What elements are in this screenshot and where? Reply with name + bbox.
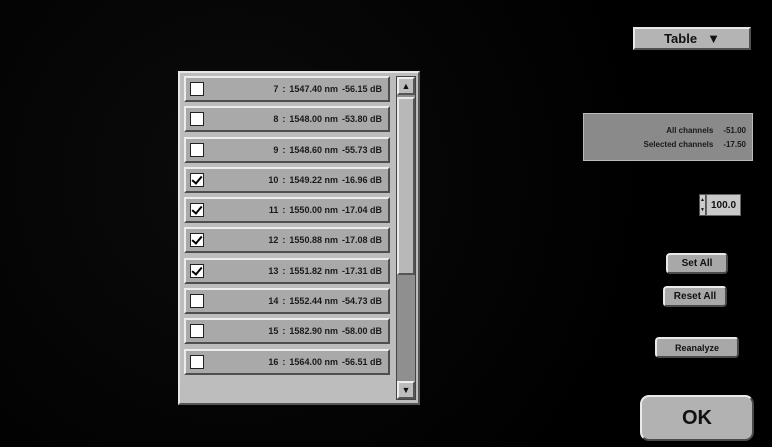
channel-checkbox[interactable]	[190, 324, 204, 339]
channel-wavelength: 1548.00 nm	[289, 114, 338, 125]
channel-checkbox[interactable]	[190, 233, 204, 248]
all-channels-line: All channels -51.00	[590, 124, 746, 138]
channel-row[interactable]: 11:1550.00 nm -17.04 dB	[184, 197, 390, 224]
channel-separator: :	[282, 205, 286, 216]
channel-row[interactable]: 8:1548.00 nm -53.80 dB	[184, 106, 390, 133]
channel-number: 10	[268, 174, 279, 185]
channel-number: 8	[273, 114, 279, 125]
channel-separator: :	[282, 265, 286, 276]
view-selector-dropdown[interactable]: Table ▼	[633, 27, 751, 50]
channel-row[interactable]: 14:1552.44 nm -54.73 dB	[184, 288, 390, 315]
channel-wavelength: 1549.22 nm	[289, 174, 338, 185]
channel-row[interactable]: 12:1550.88 nm -17.08 dB	[184, 227, 390, 254]
channel-power: -17.08 dB	[341, 235, 382, 246]
channel-text: 8:1548.00 nm -53.80 dB	[204, 114, 388, 124]
channel-text: 10:1549.22 nm -16.96 dB	[204, 175, 388, 185]
scroll-down-icon: ▼	[401, 385, 411, 395]
chevron-down-icon: ▼	[707, 31, 720, 46]
channel-list-scrollbar[interactable]: ▲ ▼	[396, 76, 416, 400]
channel-wavelength: 1582.90 nm	[289, 326, 338, 337]
channel-power: -55.73 dB	[341, 144, 382, 155]
channel-separator: :	[282, 174, 286, 185]
screen: 7:1547.40 nm -56.15 dB 8:1548.00 nm -53.80 …	[0, 0, 772, 447]
channel-wavelength: 1547.40 nm	[289, 84, 338, 94]
channel-separator: :	[282, 296, 286, 307]
channel-wavelength: 1564.00 nm	[289, 356, 338, 367]
channel-number: 15	[268, 326, 279, 337]
channel-checkbox[interactable]	[190, 203, 204, 218]
channel-text: 9:1548.60 nm -55.73 dB	[204, 145, 388, 155]
channel-wavelength: 1551.82 nm	[289, 265, 338, 276]
scroll-thumb[interactable]	[397, 97, 415, 275]
channel-number: 11	[268, 205, 279, 216]
all-channels-value: -51.00	[723, 126, 746, 135]
channel-checkbox[interactable]	[190, 82, 204, 96]
channel-text: 15:1582.90 nm -58.00 dB	[204, 326, 388, 336]
scroll-up-button[interactable]: ▲	[397, 77, 415, 95]
channel-text: 7:1547.40 nm -56.15 dB	[204, 84, 388, 94]
channel-power: -58.00 dB	[341, 326, 382, 337]
spin-arrows: ▲ ▼	[699, 194, 706, 216]
channel-number: 12	[268, 235, 279, 246]
selected-channels-line: Selected channels -17.50	[590, 138, 747, 152]
channel-row[interactable]: 9:1548.60 nm -55.73 dB	[184, 136, 390, 163]
channel-number: 16	[268, 356, 279, 367]
scroll-up-icon: ▲	[401, 81, 411, 91]
value-spinbox[interactable]: ▲ ▼ 100.0	[699, 194, 741, 216]
channel-row[interactable]: 7:1547.40 nm -56.15 dB	[184, 76, 390, 102]
channel-separator: :	[282, 326, 286, 337]
channel-separator: :	[282, 84, 286, 94]
channel-row[interactable]: 13:1551.82 nm -17.31 dB	[184, 257, 390, 284]
reanalyze-button[interactable]: Reanalyze	[655, 337, 739, 358]
channel-checkbox[interactable]	[190, 263, 204, 278]
channel-text: 11:1550.00 nm -17.04 dB	[204, 205, 388, 215]
channel-row[interactable]: 16:1564.00 nm -56.51 dB	[184, 348, 390, 375]
channel-power: -16.96 dB	[341, 174, 382, 185]
channel-wavelength: 1550.88 nm	[289, 235, 338, 246]
view-selector-label: Table	[664, 31, 698, 46]
channel-number: 9	[273, 144, 279, 155]
channel-checkbox[interactable]	[190, 354, 204, 369]
channel-power: -54.73 dB	[341, 296, 382, 307]
channel-list: 7:1547.40 nm -56.15 dB 8:1548.00 nm -53.80 …	[184, 76, 390, 379]
spin-up-icon[interactable]: ▲	[700, 195, 705, 205]
channel-row[interactable]: 15:1582.90 nm -58.00 dB	[184, 318, 390, 345]
channel-text: 14:1552.44 nm -54.73 dB	[204, 296, 388, 306]
reset-all-button[interactable]: Reset All	[663, 286, 727, 307]
channel-text: 13:1551.82 nm -17.31 dB	[204, 266, 388, 276]
channel-number: 13	[268, 265, 279, 276]
selected-channels-label: Selected channels	[643, 140, 714, 149]
channel-separator: :	[282, 235, 286, 246]
channel-row[interactable]: 10:1549.22 nm -16.96 dB	[184, 166, 390, 193]
channel-power: -56.51 dB	[341, 356, 382, 367]
channel-power: -17.31 dB	[341, 265, 382, 276]
channel-checkbox[interactable]	[190, 142, 204, 157]
channel-text: 12:1550.88 nm -17.08 dB	[204, 235, 388, 245]
channel-wavelength: 1550.00 nm	[289, 205, 338, 216]
ok-button[interactable]: OK	[640, 395, 754, 441]
channel-checkbox[interactable]	[190, 172, 204, 187]
channel-checkbox[interactable]	[190, 294, 204, 309]
scroll-down-button[interactable]: ▼	[397, 381, 415, 399]
channel-checkbox[interactable]	[190, 112, 204, 127]
power-summary-box: All channels -51.00 Selected channels -1…	[583, 113, 753, 161]
set-all-button[interactable]: Set All	[666, 253, 728, 274]
channel-number: 7	[273, 84, 279, 94]
channel-text: 16:1564.00 nm -56.51 dB	[204, 357, 388, 367]
channel-list-panel: 7:1547.40 nm -56.15 dB 8:1548.00 nm -53.80 …	[178, 71, 420, 405]
channel-separator: :	[282, 114, 286, 125]
spin-value-field[interactable]: 100.0	[706, 194, 741, 216]
all-channels-label: All channels	[666, 126, 714, 135]
channel-separator: :	[282, 144, 286, 155]
selected-channels-value: -17.50	[723, 140, 746, 149]
channel-wavelength: 1548.60 nm	[289, 144, 338, 155]
channel-power: -17.04 dB	[341, 205, 382, 216]
channel-wavelength: 1552.44 nm	[289, 296, 338, 307]
channel-separator: :	[282, 356, 286, 367]
channel-power: -53.80 dB	[341, 114, 382, 125]
channel-number: 14	[268, 296, 279, 307]
spin-down-icon[interactable]: ▼	[700, 205, 705, 215]
channel-power: -56.15 dB	[341, 84, 382, 94]
